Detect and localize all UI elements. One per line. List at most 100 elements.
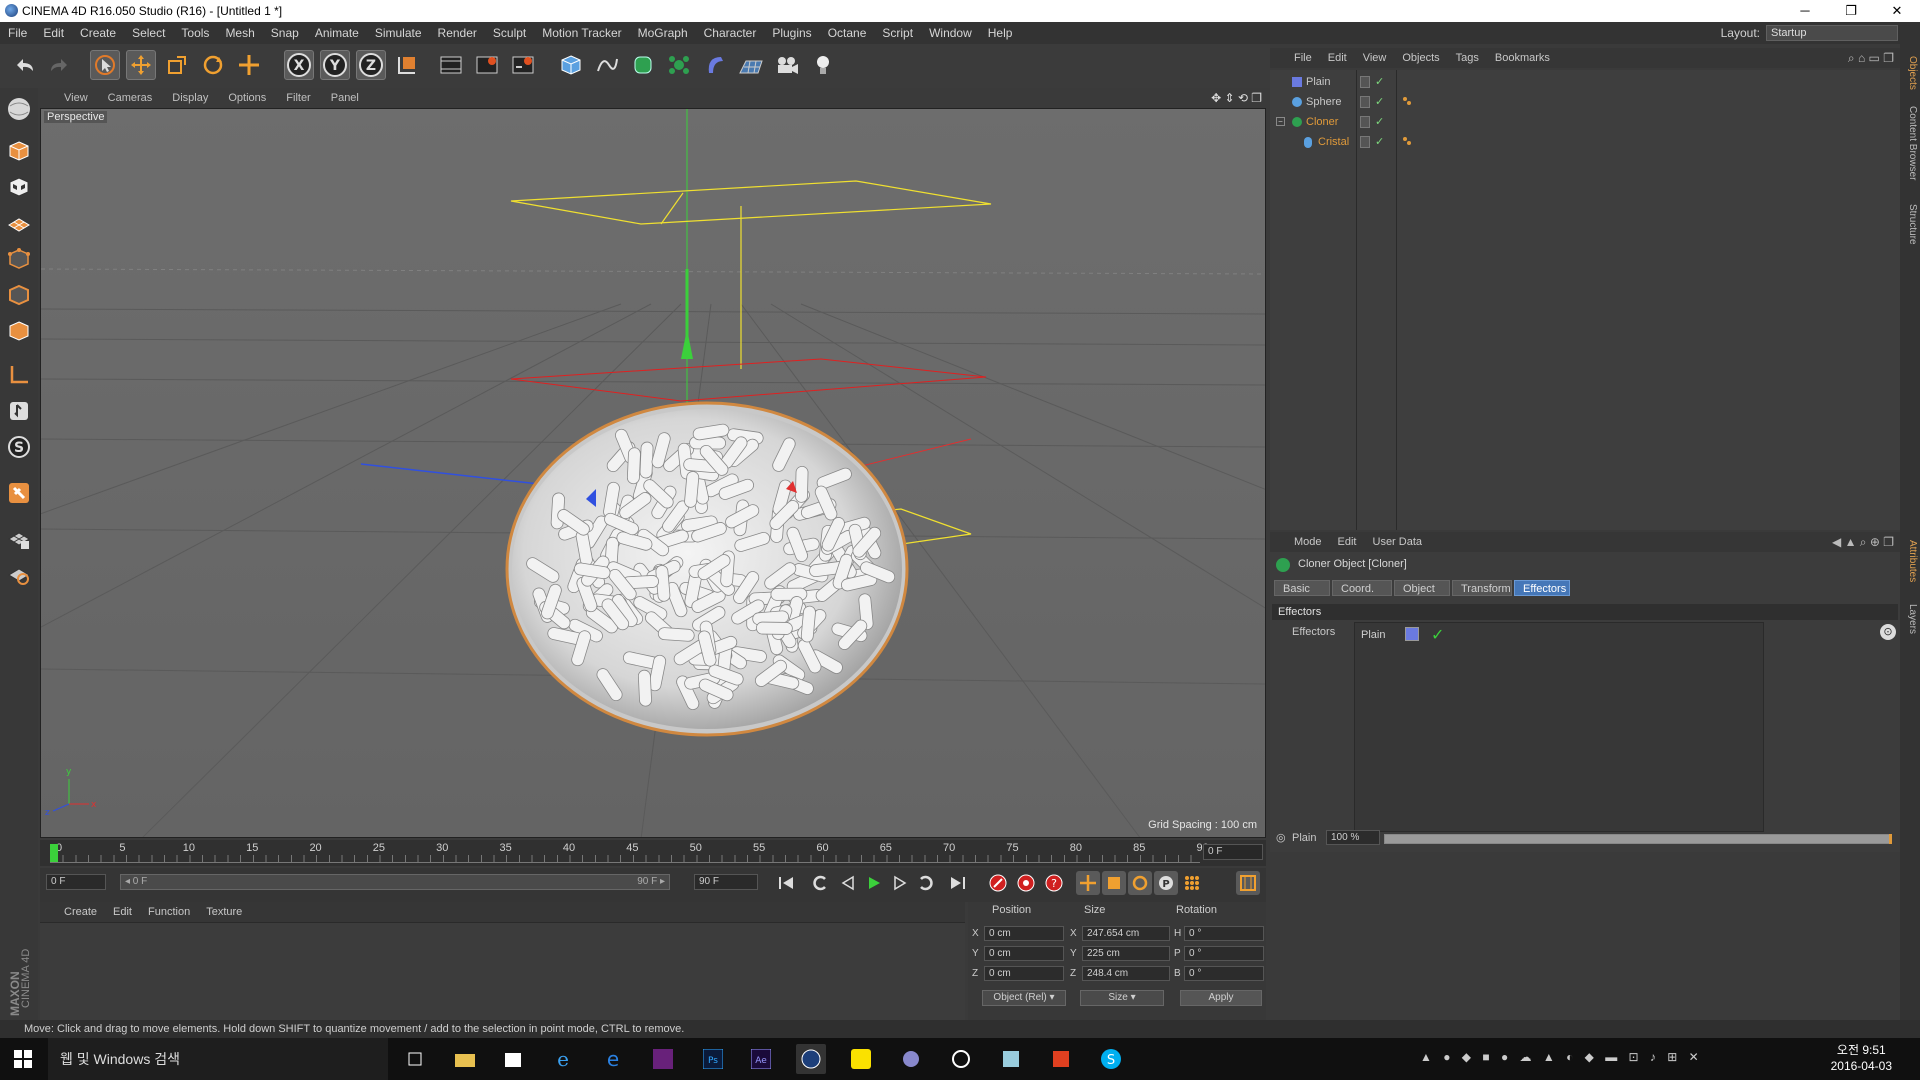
coord-rot-h-field[interactable]: 0 ° [1184,926,1264,941]
side-tab-layers[interactable]: Layers [1902,604,1918,634]
cloner-icon[interactable] [664,50,694,80]
enabled-check-icon[interactable]: ✓ [1375,135,1384,148]
spline-pen-icon[interactable] [592,50,622,80]
render-view-icon[interactable] [436,50,466,80]
deformer-icon[interactable] [700,50,730,80]
previous-key-icon[interactable] [808,871,832,895]
visibility-toggle[interactable] [1360,96,1370,108]
workplane-icon[interactable] [4,208,34,238]
coord-size-y-field[interactable]: 225 cm [1082,946,1170,961]
enabled-check-icon[interactable]: ✓ [1375,75,1384,88]
visibility-toggle[interactable] [1360,116,1370,128]
menu-plugins[interactable]: Plugins [764,26,819,40]
y-axis-lock-icon[interactable]: Y [320,50,350,80]
minimize-button[interactable]: ─ [1782,0,1828,22]
taskbar-search-box[interactable]: 웹 및 Windows 검색 [48,1038,388,1080]
material-menu-edit[interactable]: Edit [105,906,140,918]
menu-mesh[interactable]: Mesh [217,26,262,40]
attr-nav-icons[interactable]: ◀ ▲ ⌕ ⊕ ❐ [1832,535,1894,550]
side-tab-structure[interactable]: Structure [1902,204,1918,245]
visibility-toggle[interactable] [1360,76,1370,88]
rotate-tool-icon[interactable] [198,50,228,80]
coord-rot-b-field[interactable]: 0 ° [1184,966,1264,981]
play-forward-icon[interactable] [862,871,886,895]
current-frame-field[interactable]: 0 F [1203,844,1263,860]
tag-icon[interactable] [1402,136,1412,146]
task-view-icon[interactable] [400,1044,430,1074]
menu-octane[interactable]: Octane [820,26,875,40]
plain-strength-slider[interactable] [1384,834,1892,844]
end-frame-field[interactable]: 90 F [694,874,758,890]
menu-edit[interactable]: Edit [35,26,72,40]
magnet-icon[interactable] [4,478,34,508]
object-row-plain[interactable]: Plain ✓ [1270,74,1900,92]
menu-help[interactable]: Help [980,26,1021,40]
menu-create[interactable]: Create [72,26,124,40]
object-menu-bookmarks[interactable]: Bookmarks [1487,52,1558,64]
make-editable-icon[interactable] [4,94,34,124]
menu-tools[interactable]: Tools [173,26,217,40]
viewport-camera-label[interactable]: Perspective [44,111,108,123]
object-row-sphere[interactable]: Sphere ✓ [1270,94,1900,112]
timeline-layout-icon[interactable] [1236,871,1260,895]
viewport-menu-filter[interactable]: Filter [276,92,320,104]
floor-icon[interactable] [736,50,766,80]
transform-tool-icon[interactable] [234,50,264,80]
texture-mode-icon[interactable] [4,172,34,202]
object-menu-objects[interactable]: Objects [1394,52,1447,64]
x-axis-lock-icon[interactable]: X [284,50,314,80]
tab-basic[interactable]: Basic [1274,580,1330,596]
coord-pos-x-field[interactable]: 0 cm [984,926,1064,941]
perspective-viewport[interactable]: y x z Perspective Grid Spacing : 100 cm [40,108,1266,838]
layout-select[interactable]: Startup [1766,25,1898,41]
paint-icon[interactable] [896,1044,926,1074]
viewport-menu-options[interactable]: Options [218,92,276,104]
previous-frame-icon[interactable] [836,871,860,895]
redo-icon[interactable] [44,50,74,80]
frame-range-slider[interactable]: ◂ 0 F 90 F ▸ [120,874,670,890]
windows-start-icon[interactable] [8,1044,38,1074]
object-menu-edit[interactable]: Edit [1320,52,1355,64]
plain-strength-handle[interactable] [1889,834,1892,844]
object-row-cloner[interactable]: − Cloner ✓ [1270,114,1900,132]
render-settings-icon[interactable] [508,50,538,80]
material-menu-texture[interactable]: Texture [198,906,250,918]
coord-size-mode-dropdown[interactable]: Size ▾ [1080,990,1164,1006]
media-player-icon[interactable] [946,1044,976,1074]
menu-window[interactable]: Window [921,26,980,40]
object-manager-list[interactable]: Plain ✓ Sphere ✓ − Cloner ✓ Cristal ✓ [1270,70,1900,530]
polygons-mode-icon[interactable] [4,316,34,346]
kakaotalk-icon[interactable] [846,1044,876,1074]
camera-icon[interactable] [772,50,802,80]
viewport-menu-cameras[interactable]: Cameras [98,92,163,104]
viewport-nav-icons[interactable]: ✥ ⇕ ⟲ ❐ [1211,91,1262,105]
internet-explorer-icon[interactable]: e [548,1044,578,1074]
attr-menu-edit[interactable]: Edit [1330,536,1365,548]
tab-object[interactable]: Object [1394,580,1450,596]
light-icon[interactable] [808,50,838,80]
coord-rot-p-field[interactable]: 0 ° [1184,946,1264,961]
tab-transform[interactable]: Transform [1452,580,1512,596]
effectors-list-menu-icon[interactable]: ⊙ [1880,624,1896,640]
record-scale-icon[interactable] [1102,871,1126,895]
snapping-icon[interactable]: S [4,432,34,462]
effector-item-plain[interactable]: Plain [1361,629,1385,641]
menu-mograph[interactable]: MoGraph [630,26,696,40]
model-mode-icon[interactable] [4,136,34,166]
office-icon[interactable] [1046,1044,1076,1074]
object-row-cristal[interactable]: Cristal ✓ [1270,134,1900,152]
tab-coord[interactable]: Coord. [1332,580,1392,596]
menu-motion-tracker[interactable]: Motion Tracker [534,26,629,40]
live-selection-icon[interactable] [90,50,120,80]
z-axis-lock-icon[interactable]: Z [356,50,386,80]
autokey-icon[interactable] [1014,871,1038,895]
system-tray-icons[interactable]: ▲ ● ◆ ■ ● ☁ ▲ ◐ ◆ ▬ ⊡ ♪ ⊞ ✕ [1420,1050,1703,1064]
taskbar-clock[interactable]: 오전 9:51 2016-04-03 [1831,1042,1892,1074]
effectors-list[interactable]: Plain ✓ [1354,622,1764,832]
coord-pos-y-field[interactable]: 0 cm [984,946,1064,961]
file-explorer-icon[interactable] [450,1044,480,1074]
side-tab-content-browser[interactable]: Content Browser [1902,106,1918,180]
object-menu-view[interactable]: View [1355,52,1395,64]
record-rotation-icon[interactable] [1128,871,1152,895]
scale-tool-icon[interactable] [162,50,192,80]
